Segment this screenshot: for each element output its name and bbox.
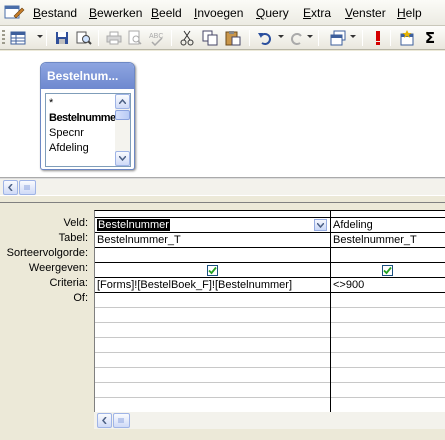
grid-line	[95, 382, 445, 383]
design-grid-area: Veld: Tabel: Sorteervolgorde: Weergeven:…	[0, 203, 445, 440]
grid-line	[95, 307, 445, 308]
table-pane-scrollbar[interactable]	[0, 178, 445, 195]
grid-line	[95, 217, 445, 218]
redo-icon[interactable]	[288, 29, 306, 47]
grid-line	[95, 262, 445, 263]
row-label-criteria: Criteria:	[49, 277, 88, 289]
run-icon[interactable]	[369, 29, 387, 47]
criteria-cell-col1[interactable]: [Forms]![BestelBoek_F]![Bestelnummer]	[97, 279, 292, 291]
undo-icon[interactable]	[256, 29, 274, 47]
spelling-icon[interactable]: ABC	[147, 29, 165, 47]
row-label-show: Weergeven:	[28, 262, 88, 274]
toolbar-separator	[390, 30, 391, 46]
view-icon[interactable]	[9, 29, 27, 47]
grid-line	[95, 292, 445, 293]
grid-line	[95, 352, 445, 353]
pane-splitter[interactable]	[0, 195, 445, 203]
field-cell-col2[interactable]: Afdeling	[333, 219, 373, 231]
toolbar-separator	[362, 30, 363, 46]
query-window-icon[interactable]	[4, 4, 26, 22]
field-list-scrollbar[interactable]	[115, 94, 130, 166]
grid-line	[95, 397, 445, 398]
toolbar: ABC Σ	[0, 26, 445, 50]
field-value[interactable]: Bestelnummer	[97, 219, 170, 231]
field-cell-col1[interactable]: Bestelnummer	[97, 219, 170, 231]
row-label-or: Of:	[73, 292, 88, 304]
show-table-icon[interactable]	[398, 29, 416, 47]
toolbar-grip[interactable]	[2, 30, 5, 46]
undo-dropdown-icon[interactable]	[278, 35, 284, 38]
row-label-sort: Sorteervolgorde:	[6, 247, 88, 259]
copy-icon[interactable]	[201, 29, 219, 47]
menu-extra[interactable]: Extra	[303, 6, 331, 20]
search-icon[interactable]	[75, 29, 93, 47]
grid-line	[95, 277, 445, 278]
menu-invoegen[interactable]: Invoegen	[194, 6, 243, 20]
grid-line	[95, 367, 445, 368]
grid-line	[95, 232, 445, 233]
show-checkbox-col2[interactable]	[382, 265, 393, 276]
redo-dropdown-icon[interactable]	[307, 35, 313, 38]
print-icon[interactable]	[105, 29, 123, 47]
menu-help[interactable]: Help	[397, 6, 422, 20]
menu-query[interactable]: Query	[256, 6, 289, 20]
menu-beeld[interactable]: Beeld	[151, 6, 182, 20]
query-design-grid: Bestelnummer Bestelnummer_T [Forms]![Bes…	[94, 210, 445, 428]
show-checkbox-col1[interactable]	[207, 265, 218, 276]
toolbar-separator	[171, 30, 172, 46]
field-list: * Bestelnummer Specnr Afdeling	[45, 93, 131, 167]
field-list-item-afdeling[interactable]: Afdeling	[49, 142, 115, 154]
view-dropdown-icon[interactable]	[37, 35, 43, 38]
scroll-thumb[interactable]	[115, 110, 130, 120]
table-cell-col2[interactable]: Bestelnummer_T	[333, 234, 417, 246]
table-cell-col1[interactable]: Bestelnummer_T	[97, 234, 181, 246]
toolbar-separator	[249, 30, 250, 46]
grid-line	[95, 247, 445, 248]
scroll-thumb[interactable]	[19, 180, 36, 195]
menu-bewerken[interactable]: Bewerken	[89, 6, 142, 20]
field-list-item-bestelnummer[interactable]: Bestelnummer	[49, 112, 115, 124]
criteria-cell-col2[interactable]: <>900	[333, 279, 364, 291]
menu-venster[interactable]: Venster	[345, 6, 386, 20]
save-icon[interactable]	[53, 29, 71, 47]
grid-line	[95, 322, 445, 323]
field-list-window[interactable]: Bestelnum... * Bestelnummer Specnr Afdel…	[40, 62, 135, 170]
scroll-left-icon[interactable]	[97, 413, 112, 428]
totals-icon[interactable]: Σ	[421, 29, 439, 47]
query-type-dropdown-icon[interactable]	[350, 35, 356, 38]
cut-icon[interactable]	[178, 29, 196, 47]
field-list-title[interactable]: Bestelnum...	[41, 63, 134, 89]
row-label-table: Tabel:	[58, 232, 88, 244]
field-list-item-all[interactable]: *	[49, 97, 115, 109]
grid-scrollbar[interactable]	[94, 412, 445, 429]
menu-bar: Bestand Bewerken Beeld Invoegen Query Ex…	[0, 0, 445, 26]
grid-line	[95, 337, 445, 338]
menu-bestand[interactable]: Bestand	[33, 6, 77, 20]
scroll-left-icon[interactable]	[3, 180, 18, 195]
table-pane: Bestelnum... * Bestelnummer Specnr Afdel…	[0, 51, 445, 178]
field-list-item-specnr[interactable]: Specnr	[49, 127, 115, 139]
scroll-up-icon[interactable]	[115, 94, 130, 109]
row-label-field: Veld:	[63, 217, 88, 229]
column-divider[interactable]	[330, 211, 331, 420]
chevron-down-icon[interactable]	[314, 219, 327, 231]
toolbar-separator	[46, 30, 47, 46]
scroll-thumb[interactable]	[113, 413, 130, 428]
toolbar-separator	[98, 30, 99, 46]
paste-icon[interactable]	[224, 29, 242, 47]
toolbar-separator	[318, 30, 319, 46]
scroll-down-icon[interactable]	[115, 151, 130, 166]
query-type-icon[interactable]	[329, 29, 347, 47]
print-preview-icon[interactable]	[126, 29, 144, 47]
